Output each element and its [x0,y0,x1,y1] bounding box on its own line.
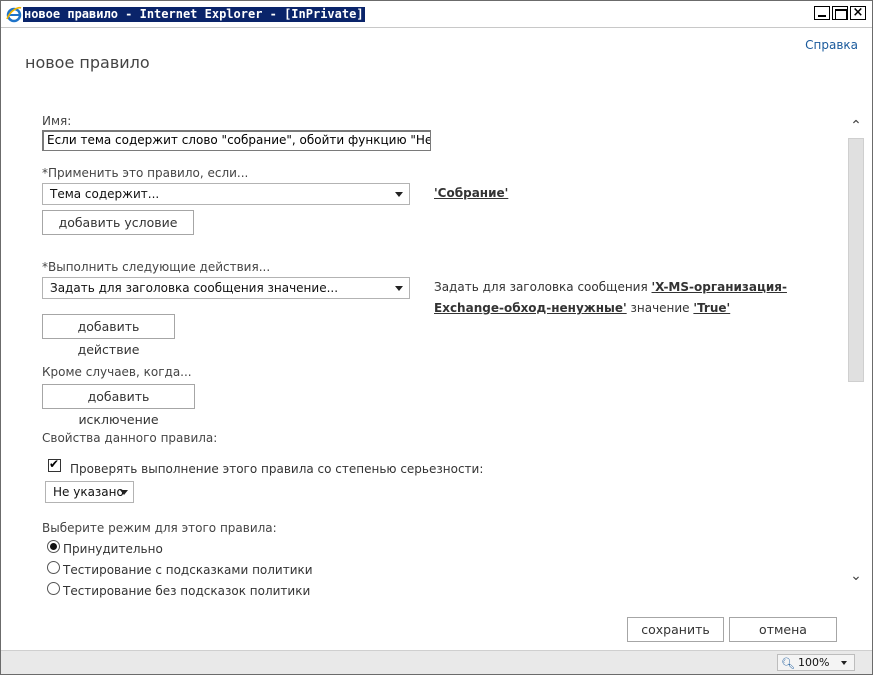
window-controls: × [814,6,866,20]
action-desc-middle: значение [626,301,694,315]
mode-radio-test-with-tips[interactable] [47,561,60,574]
condition-value[interactable]: 'Собрание' [434,186,508,200]
actions-label: *Выполнить следующие действия... [42,260,271,274]
zoom-level: 100% [798,656,830,669]
condition-value-link[interactable]: 'Собрание' [434,186,508,200]
page-title: новое правило [25,53,150,72]
vertical-scrollbar[interactable]: ⌃ ⌄ [846,114,866,590]
condition-select[interactable]: Тема содержит... [42,183,410,205]
action-select-value: Задать для заголовка сообщения значение.… [50,281,339,295]
save-button[interactable]: сохранить [627,617,724,642]
add-action-button[interactable]: добавить действие [42,314,175,357]
cancel-button[interactable]: отмена [729,617,837,642]
chevron-down-icon [395,192,403,197]
scrollbar-thumb[interactable] [848,138,864,382]
close-button[interactable]: × [850,6,866,20]
mode-radio-test-without-tips[interactable] [47,582,60,595]
properties-label: Свойства данного правила: [42,431,218,445]
chevron-down-icon [395,286,403,291]
browser-window: новое правило - Internet Explorer - [InP… [0,0,873,675]
scroll-down-icon[interactable]: ⌄ [846,566,866,586]
condition-label: *Применить это правило, если... [42,166,249,180]
ie-icon [6,6,22,23]
condition-select-value: Тема содержит... [50,187,160,201]
chevron-down-icon [120,490,128,495]
exceptions-label: Кроме случаев, когда... [42,365,192,379]
mode-label-test-without-tips: Тестирование без подсказок политики [63,584,311,598]
severity-select[interactable]: Не указано [45,481,134,503]
action-value-link[interactable]: 'True' [693,301,730,315]
chevron-down-icon [841,661,847,665]
status-bar: 🔍︎ 100% [1,650,872,674]
severity-checkbox[interactable] [48,457,61,472]
zoom-icon: 🔍︎ [781,657,795,670]
add-condition-button[interactable]: добавить условие [42,210,194,235]
help-link[interactable]: Справка [805,38,858,52]
zoom-control[interactable]: 🔍︎ 100% [777,654,855,671]
mode-radio-enforce[interactable] [47,540,60,553]
window-title: новое правило - Internet Explorer - [InP… [23,7,365,22]
action-select[interactable]: Задать для заголовка сообщения значение.… [42,277,410,299]
action-description: Задать для заголовка сообщения 'X-MS-орг… [434,277,819,319]
action-desc-prefix: Задать для заголовка сообщения [434,280,652,294]
minimize-button[interactable] [814,6,830,20]
name-input[interactable]: Если тема содержит слово "собрание", обо… [42,130,431,151]
severity-checkbox-label: Проверять выполнение этого правила со ст… [70,462,484,476]
mode-label-enforce: Принудительно [63,542,163,556]
maximize-button[interactable] [832,6,848,20]
mode-label-test-with-tips: Тестирование с подсказками политики [63,563,313,577]
mode-label: Выберите режим для этого правила: [42,521,277,535]
severity-select-value: Не указано [53,485,124,499]
scroll-up-icon[interactable]: ⌃ [846,116,866,136]
title-bar: новое правило - Internet Explorer - [InP… [1,1,872,28]
name-label: Имя: [42,114,72,128]
add-exception-button[interactable]: добавить исключение [42,384,195,427]
